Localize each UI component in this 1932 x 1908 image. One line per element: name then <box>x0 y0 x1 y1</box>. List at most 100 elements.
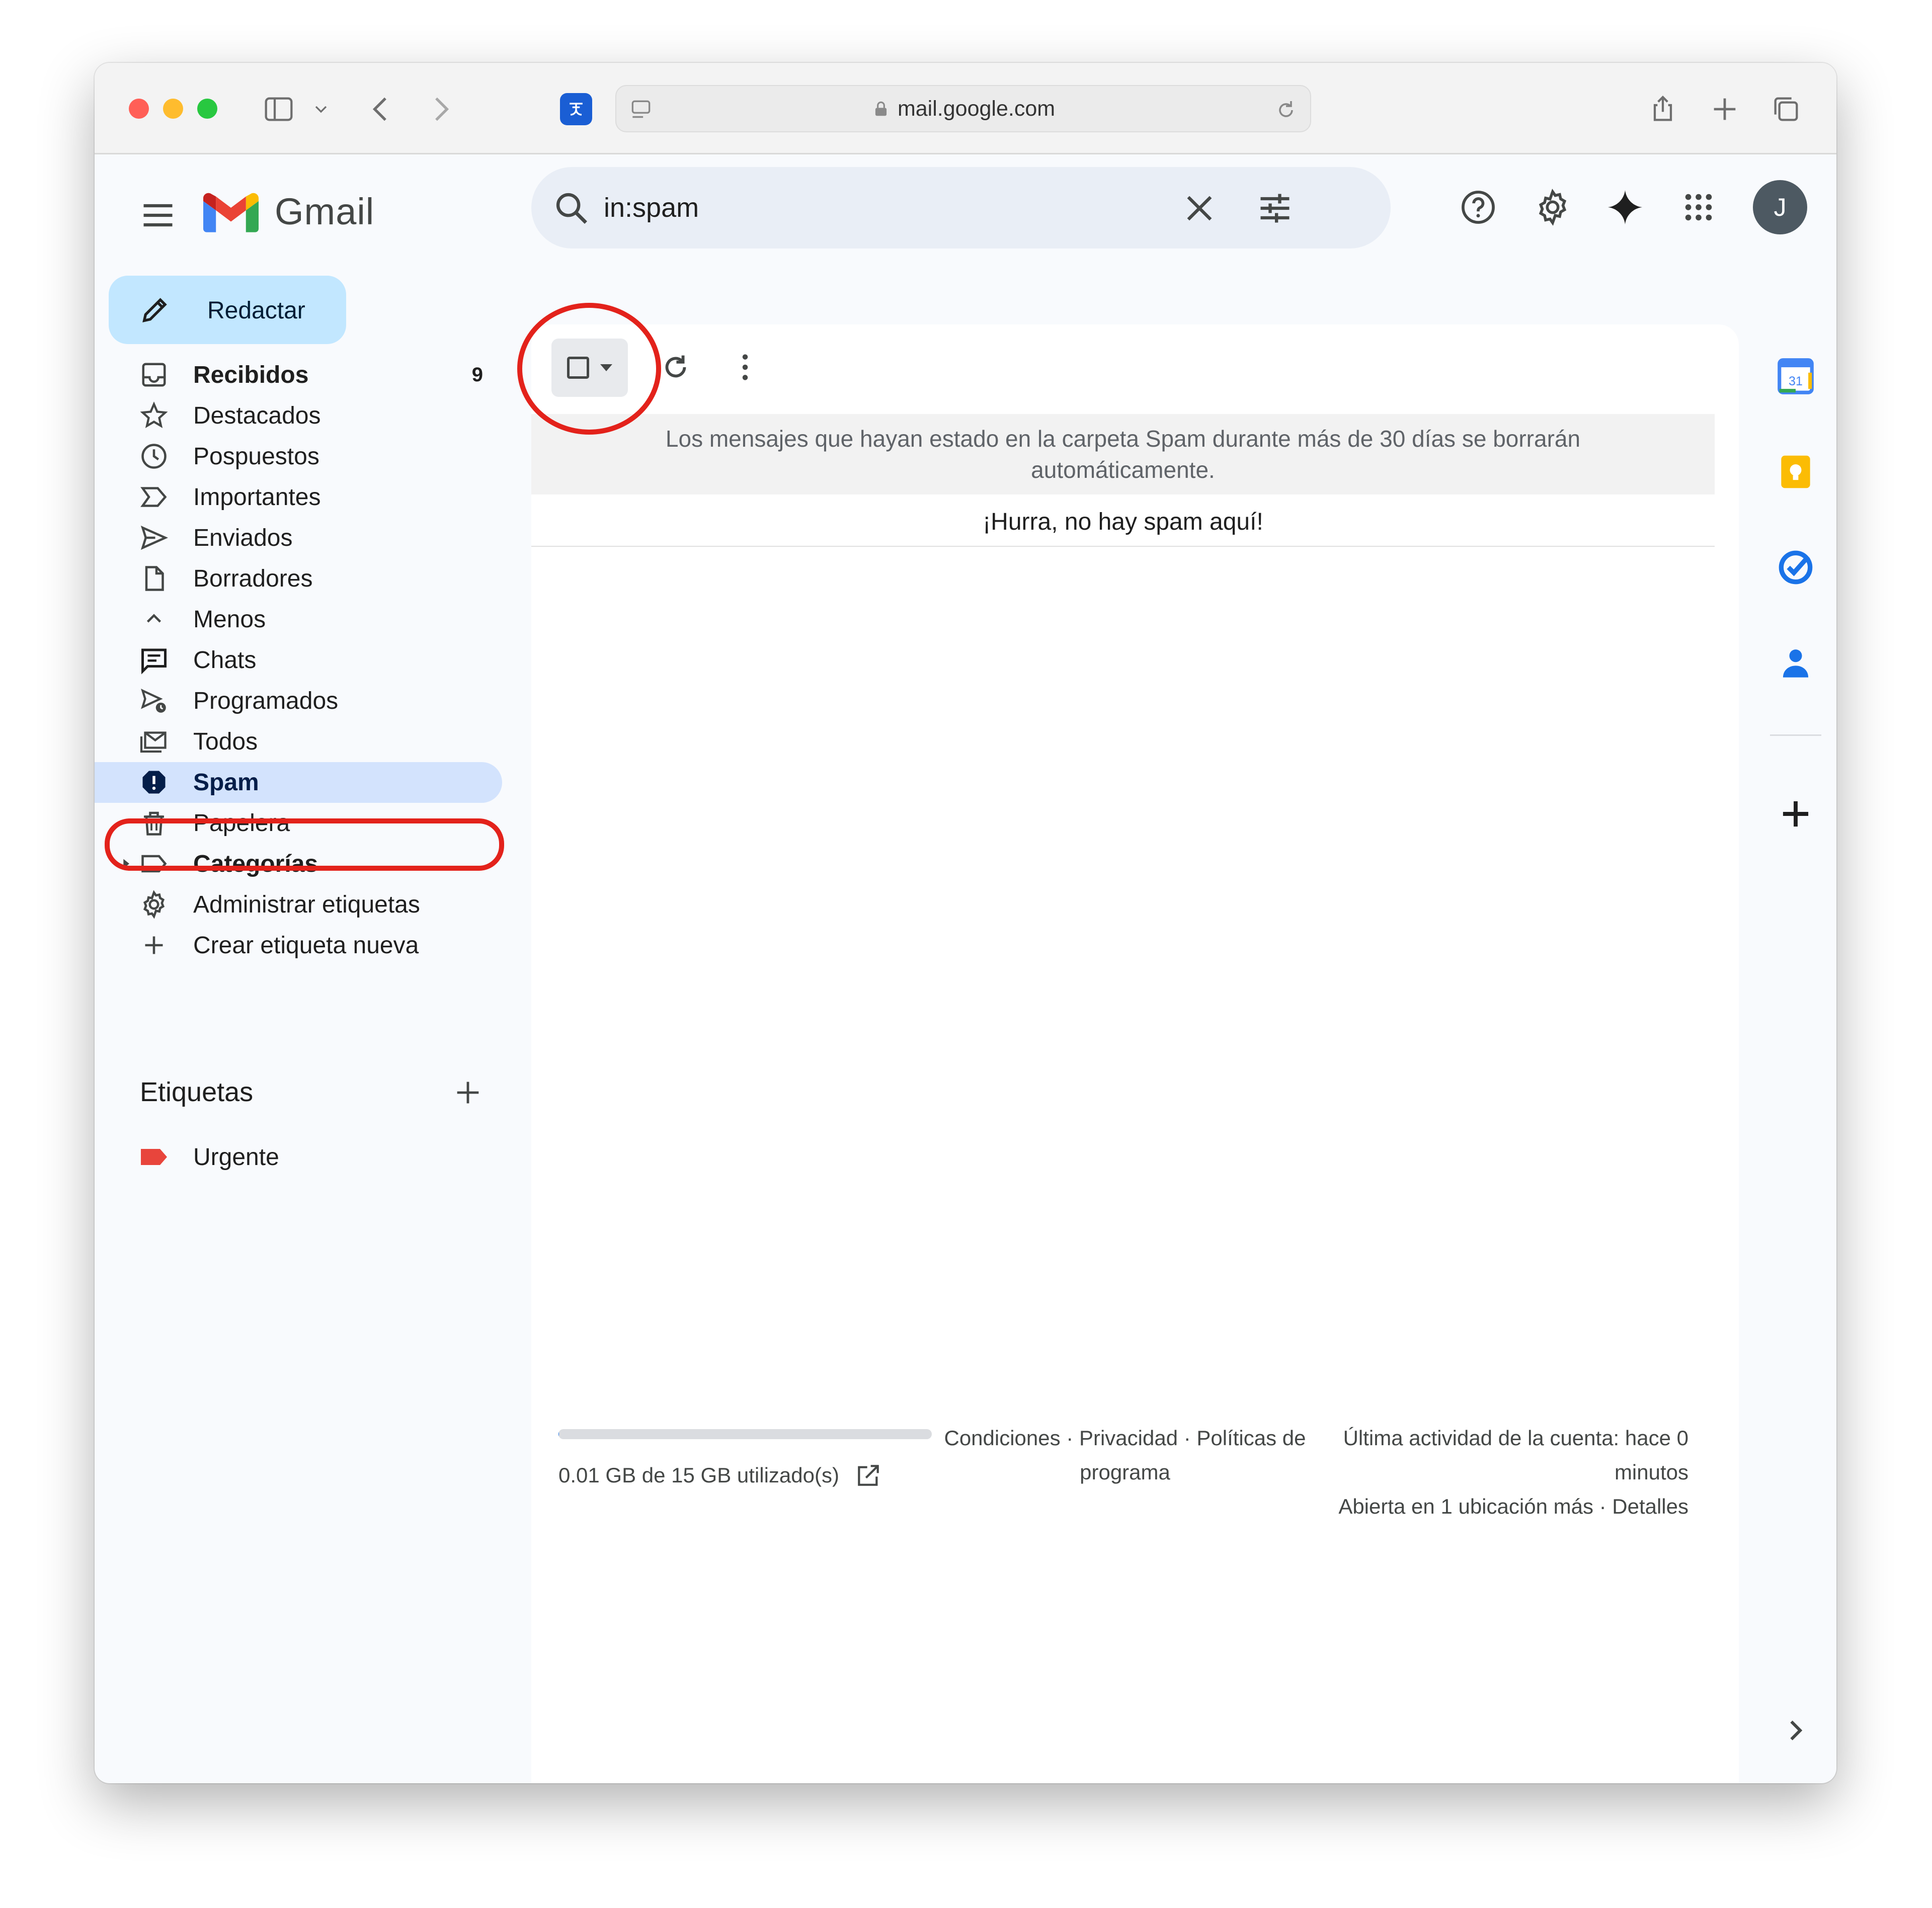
address-bar[interactable]: mail.google.com <box>615 85 1311 132</box>
scheduled-send-icon <box>141 689 166 713</box>
back-icon[interactable] <box>365 93 397 125</box>
sidebar-item-label: Destacados <box>193 402 321 429</box>
select-all-checkbox[interactable] <box>551 339 628 397</box>
sidebar-item-starred[interactable]: Destacados <box>95 395 502 436</box>
all-mail-icon <box>140 731 167 753</box>
sidebar-item-label: Crear etiqueta nueva <box>193 932 419 959</box>
sidebar-item-create-label[interactable]: Crear etiqueta nueva <box>95 925 502 966</box>
share-icon[interactable] <box>1647 93 1679 125</box>
label-icon <box>141 855 167 873</box>
page-settings-icon[interactable] <box>628 97 654 122</box>
label-item-urgente[interactable]: Urgente <box>139 1139 279 1175</box>
close-window-button[interactable] <box>129 99 149 119</box>
keep-icon[interactable] <box>1774 450 1817 493</box>
reload-icon[interactable] <box>1274 98 1298 122</box>
storage-usage-text: 0.01 GB de 15 GB utilizado(s) <box>558 1463 839 1487</box>
dropdown-arrow-icon <box>600 364 612 371</box>
account-activity: Última actividad de la cuenta: hace 0 mi… <box>1316 1421 1688 1524</box>
add-label-icon[interactable] <box>452 1076 484 1109</box>
sidebar-item-scheduled[interactable]: Programados <box>95 681 502 721</box>
sidebar-item-drafts[interactable]: Borradores <box>95 558 502 599</box>
sidebar-item-manage-labels[interactable]: Administrar etiquetas <box>95 884 502 925</box>
sidebar-item-label: Administrar etiquetas <box>193 891 420 918</box>
list-toolbar <box>531 324 1739 410</box>
browser-window: mail.google.com Gmail in:spam J Redactar… <box>95 63 1836 1783</box>
search-options-icon[interactable] <box>1256 189 1294 227</box>
contacts-icon[interactable] <box>1774 641 1817 685</box>
sidebar-item-categories[interactable]: Categorías <box>95 844 502 884</box>
translate-extension-icon[interactable] <box>560 93 592 125</box>
chat-icon <box>141 648 167 675</box>
star-icon <box>140 401 168 429</box>
url-text: mail.google.com <box>897 96 1056 121</box>
search-bar <box>531 167 1391 248</box>
sidebar-item-important[interactable]: Importantes <box>95 477 502 518</box>
zoom-window-button[interactable] <box>197 99 217 119</box>
label-tag-icon <box>141 1149 167 1165</box>
open-external-icon[interactable] <box>854 1461 882 1489</box>
send-icon <box>140 525 169 550</box>
google-apps-icon[interactable] <box>1677 186 1720 228</box>
compose-label: Redactar <box>207 297 305 324</box>
settings-gear-icon[interactable] <box>1532 186 1574 228</box>
inbox-icon <box>142 363 166 387</box>
main-menu-icon[interactable] <box>139 196 177 234</box>
activity-line-1: Última actividad de la cuenta: hace 0 <box>1343 1426 1688 1450</box>
sidebar-item-sent[interactable]: Enviados <box>95 518 502 558</box>
sidebar-item-label: Pospuestos <box>193 443 319 470</box>
spam-notice: Los mensajes que hayan estado en la carp… <box>531 414 1715 494</box>
checkbox-icon <box>567 357 589 379</box>
activity-line-2: minutos <box>1614 1460 1688 1484</box>
labels-section-title: Etiquetas <box>140 1077 254 1107</box>
trash-icon <box>144 811 164 836</box>
gemini-sparkle-icon[interactable] <box>1604 186 1646 228</box>
lock-icon <box>875 101 887 116</box>
help-icon[interactable] <box>1457 186 1499 228</box>
label-name: Urgente <box>193 1143 279 1171</box>
gmail-logo-icon[interactable] <box>203 189 259 239</box>
side-panel: 31 <box>1755 156 1836 1783</box>
empty-state-message: ¡Hurra, no hay spam aquí! <box>983 509 1263 535</box>
sidebar-item-label: Todos <box>193 728 258 755</box>
search-input[interactable] <box>604 187 1208 228</box>
sidebar-item-inbox[interactable]: Recibidos 9 <box>95 355 502 395</box>
footer-links[interactable]: Condiciones · Privacidad · Políticas de … <box>934 1421 1316 1489</box>
clear-search-icon[interactable] <box>1180 189 1219 227</box>
forward-icon[interactable] <box>424 93 456 125</box>
chevron-right-icon[interactable] <box>1780 1715 1810 1746</box>
sidebar-item-label: Spam <box>193 769 259 796</box>
sidebar-item-label: Programados <box>193 688 339 714</box>
browser-titlebar: mail.google.com <box>95 63 1836 154</box>
gmail-wordmark[interactable]: Gmail <box>275 190 374 233</box>
sidebar-item-label: Chats <box>193 647 257 674</box>
sidebar-item-chats[interactable]: Chats <box>95 640 502 681</box>
tab-overview-icon[interactable] <box>1770 93 1802 125</box>
sidebar-item-spam[interactable]: Spam <box>95 762 502 803</box>
compose-button[interactable]: Redactar <box>109 276 346 344</box>
activity-details-link[interactable]: Abierta en 1 ubicación más · Detalles <box>1316 1489 1688 1524</box>
sidebar-item-label: Categorías <box>193 851 318 877</box>
refresh-icon[interactable] <box>658 350 693 385</box>
side-panel-divider <box>1770 734 1821 736</box>
footer-links-line-2[interactable]: programa <box>934 1455 1316 1489</box>
sidebar-item-snoozed[interactable]: Pospuestos <box>95 436 502 477</box>
expand-caret-icon[interactable] <box>119 857 133 871</box>
chevron-up-icon <box>146 614 162 623</box>
new-tab-icon[interactable] <box>1709 93 1741 125</box>
message-list-panel: Los mensajes que hayan estado en la carp… <box>531 324 1739 1783</box>
search-icon[interactable] <box>552 189 591 227</box>
sidebar-item-all-mail[interactable]: Todos <box>95 721 502 762</box>
sidebar-item-trash[interactable]: Papelera <box>95 803 502 844</box>
clock-icon <box>141 444 167 469</box>
more-options-icon[interactable] <box>728 350 763 385</box>
chevron-down-icon[interactable] <box>311 93 331 125</box>
tasks-icon[interactable] <box>1774 546 1817 589</box>
sidebar-item-less[interactable]: Menos <box>95 599 502 640</box>
sidebar-nav: Recibidos 9 Destacados Pospuestos Import… <box>95 355 512 966</box>
sidebar-toggle-icon[interactable] <box>261 93 297 125</box>
add-addon-icon[interactable] <box>1774 792 1817 836</box>
calendar-icon[interactable]: 31 <box>1774 355 1817 398</box>
footer-links-line-1[interactable]: Condiciones · Privacidad · Políticas de <box>934 1421 1316 1455</box>
minimize-window-button[interactable] <box>163 99 183 119</box>
svg-text:31: 31 <box>1789 374 1803 388</box>
